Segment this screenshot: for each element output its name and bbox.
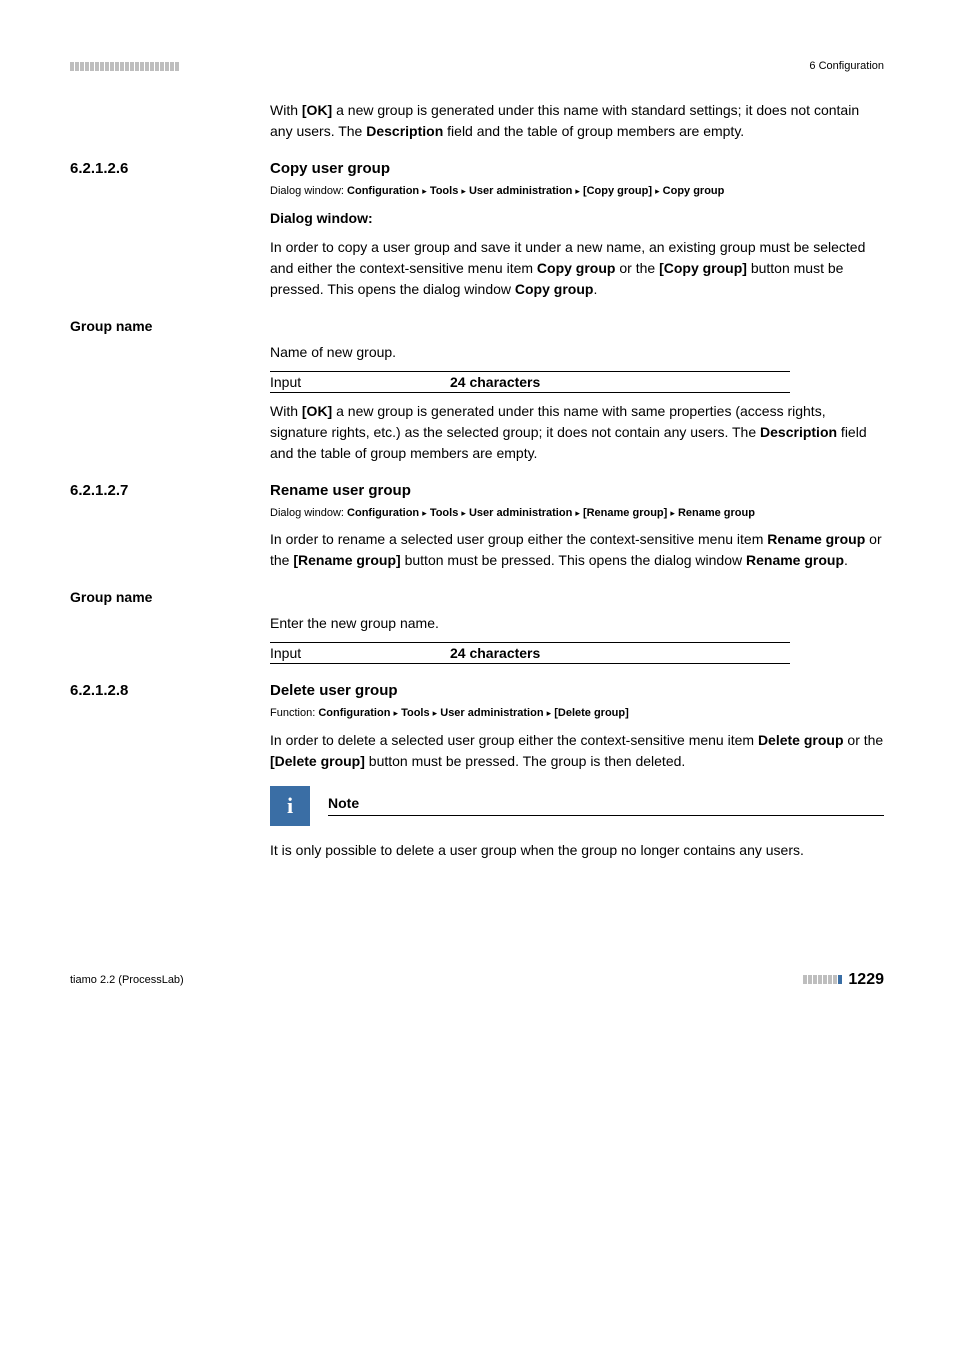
delete-paragraph: In order to delete a selected user group… [270, 730, 884, 772]
breadcrumb: Dialog window: Configuration ▸ Tools ▸ U… [270, 183, 884, 200]
copy-paragraph: In order to copy a user group and save i… [270, 237, 884, 300]
footer-product-label: tiamo 2.2 (ProcessLab) [70, 974, 184, 986]
section-number-copy: 6.2.1.2.6 [70, 160, 270, 177]
page-footer: tiamo 2.2 (ProcessLab) 1229 [70, 971, 884, 989]
group-name-label: Group name [70, 318, 884, 334]
header-decor-bars [70, 62, 179, 71]
page-number: 1229 [848, 971, 884, 989]
intro-paragraph: With [OK] a new group is generated under… [270, 100, 884, 142]
info-icon: i [270, 786, 310, 826]
group-name-desc: Name of new group. [270, 342, 884, 363]
note-heading: Note [328, 795, 884, 816]
section-heading-delete: Delete user group [270, 682, 398, 699]
dialog-window-label: Dialog window: [270, 210, 373, 226]
input-spec-row: Input 24 characters [270, 642, 790, 664]
note-text: It is only possible to delete a user gro… [270, 840, 884, 861]
group-name-desc-rename: Enter the new group name. [270, 613, 884, 634]
section-number-delete: 6.2.1.2.8 [70, 682, 270, 699]
input-label: Input [270, 374, 450, 390]
section-heading-copy: Copy user group [270, 160, 390, 177]
breadcrumb: Function: Configuration ▸ Tools ▸ User a… [270, 705, 884, 722]
section-number-rename: 6.2.1.2.7 [70, 482, 270, 499]
footer-decor-bars [803, 975, 842, 984]
breadcrumb: Dialog window: Configuration ▸ Tools ▸ U… [270, 505, 884, 522]
rename-paragraph: In order to rename a selected user group… [270, 529, 884, 571]
group-name-label: Group name [70, 589, 884, 605]
input-label: Input [270, 645, 450, 661]
page-header: 6 Configuration [70, 60, 884, 72]
input-value: 24 characters [450, 645, 540, 661]
header-chapter-label: 6 Configuration [809, 60, 884, 72]
input-value: 24 characters [450, 374, 540, 390]
copy-after-paragraph: With [OK] a new group is generated under… [270, 401, 884, 464]
section-heading-rename: Rename user group [270, 482, 411, 499]
input-spec-row: Input 24 characters [270, 371, 790, 393]
